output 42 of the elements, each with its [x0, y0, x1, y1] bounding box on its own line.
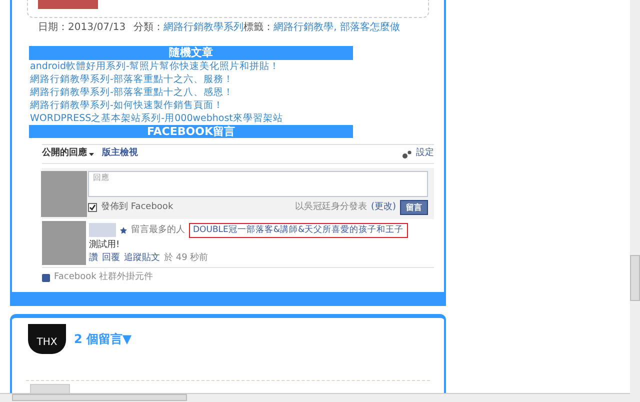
- avatar-placeholder: [42, 221, 86, 265]
- commenter-label: 留言最多的人: [131, 224, 185, 237]
- star-icon: [120, 226, 127, 234]
- thx-logo: THX: [28, 324, 66, 354]
- category-label: 分類：: [134, 21, 164, 35]
- vertical-scrollbar[interactable]: [630, 0, 640, 402]
- random-post-link[interactable]: WORDPRESS之基本架站系列-用000webhost來學習架站: [29, 112, 444, 125]
- comment-text: 測試用!: [89, 238, 121, 252]
- section-header: 隨機文章: [29, 46, 353, 60]
- section-header: FACEBOOK留言: [29, 125, 353, 138]
- gear-icon: [402, 150, 412, 158]
- comment-tab[interactable]: 公開的回應: [42, 147, 94, 161]
- settings-link[interactable]: 設定: [416, 147, 434, 161]
- random-post-link[interactable]: 網路行銷教學系列-部落客重點十之六、服務！: [29, 73, 444, 86]
- post-to-facebook-label: 發佈到 Facebook: [101, 200, 174, 214]
- tags-link[interactable]: 網路行銷教學, 部落客怎麼做: [274, 21, 400, 35]
- random-post-link[interactable]: 網路行銷教學系列-部落客重點十之八、感恩！: [29, 86, 444, 99]
- avatar-placeholder: [41, 171, 87, 217]
- change-link[interactable]: (更改): [370, 200, 396, 214]
- comment-input[interactable]: 回應: [88, 171, 428, 197]
- posting-as-label: 以吳冠廷身分發表: [294, 200, 367, 214]
- comment-count: 2: [74, 330, 82, 348]
- horizontal-scrollbar[interactable]: [0, 393, 630, 402]
- random-post-link[interactable]: android軟體好用系列-幫照片幫你快速美化照片和拼貼！: [29, 60, 444, 73]
- random-post-link[interactable]: 網路行銷教學系列-如何快速製作銷售頁面！: [29, 99, 444, 112]
- photo-placeholder: [38, 0, 98, 9]
- post-date: 日期：2013/07/13: [38, 21, 126, 35]
- comment-action-link[interactable]: 讚: [89, 252, 98, 265]
- tags-label: 標籤：: [244, 21, 274, 35]
- comment-time: 於 49 秒前: [164, 252, 208, 265]
- checkbox[interactable]: [88, 203, 97, 212]
- comment-action-link[interactable]: 回覆: [102, 252, 120, 265]
- facebook-icon: [42, 274, 50, 282]
- submit-button[interactable]: 留言: [400, 200, 428, 215]
- plugin-footer: Facebook 社群外掛元件: [54, 271, 154, 284]
- commenter-title: DOUBLE冠一部落客&講師&天父所喜愛的孩子和王子: [189, 223, 408, 238]
- caret-icon: [89, 152, 94, 156]
- name-placeholder: [89, 223, 116, 238]
- comment-tab[interactable]: 版主檢視: [102, 147, 138, 161]
- comment-action-link[interactable]: 追蹤貼文: [124, 252, 160, 265]
- category-link[interactable]: 網路行銷教學系列: [164, 21, 244, 35]
- comments-toggle[interactable]: 個留言▼: [86, 330, 132, 348]
